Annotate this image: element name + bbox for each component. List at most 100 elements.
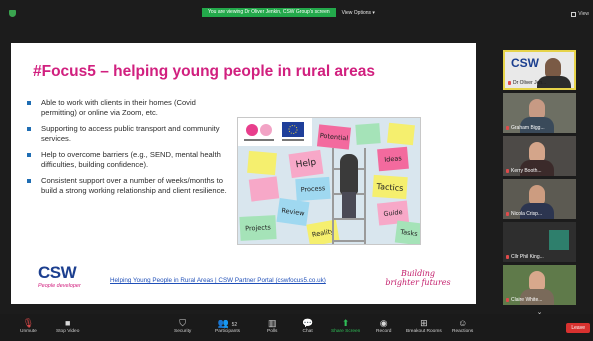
breakout-rooms-button[interactable]: ⊞ Breakout Rooms xyxy=(406,317,442,334)
bullet-text: Able to work with clients in their homes… xyxy=(41,98,196,117)
avatar xyxy=(529,185,545,205)
csw-badge-icon: CSW xyxy=(511,56,539,70)
avatar xyxy=(545,58,561,78)
bullet-marker xyxy=(27,127,31,131)
bullet-marker xyxy=(27,153,31,157)
sticky-note: Tactics xyxy=(372,174,408,200)
polls-button[interactable]: ▥ Polls xyxy=(267,317,277,334)
participants-icon: 👥 52 xyxy=(217,318,238,328)
ladder-rung xyxy=(334,218,364,220)
view-button-label: View xyxy=(578,11,589,17)
reactions-button[interactable]: ☺ Reactions xyxy=(452,317,473,334)
stop-video-label: Stop Video xyxy=(56,329,80,334)
council-logo-icon xyxy=(549,230,569,250)
participant-tile[interactable]: Cllr Phil King... xyxy=(503,222,576,262)
participant-name: Dr Oliver Jen... xyxy=(508,80,546,86)
participant-name: Claire White... xyxy=(506,297,542,303)
share-screen-icon: ⬆ xyxy=(341,318,350,328)
grid-view-icon xyxy=(571,11,577,17)
record-button[interactable]: ◉ Record xyxy=(376,317,391,334)
sticky-notes-photo: Help Potential Process Tactics Review Gu… xyxy=(237,117,421,245)
security-shield-icon[interactable] xyxy=(9,10,16,17)
stop-video-button[interactable]: ■ Stop Video xyxy=(56,317,79,334)
security-button[interactable]: ⛉ Security xyxy=(174,317,191,334)
breakout-rooms-icon: ⊞ xyxy=(420,318,428,328)
lottery-eu-logos-icon xyxy=(244,122,304,141)
viewing-screen-notice: You are viewing Dr Oliver Jenkin, CSW Gr… xyxy=(202,8,336,17)
meeting-toolbar: 🎙 Unmute ■ Stop Video ⛉ Security 👥 52 Pa… xyxy=(0,314,593,341)
sticky-note: Review xyxy=(276,198,310,226)
participant-name: Kerry Booth... xyxy=(506,168,542,174)
bullet-item: Consistent support over a number of week… xyxy=(27,176,227,196)
shared-slide: #Focus5 – helping young people in rural … xyxy=(11,43,476,304)
participants-label: Participants xyxy=(215,329,241,334)
csw-partner-portal-link[interactable]: Helping Young People in Rural Areas | CS… xyxy=(110,277,326,284)
tagline: Building brighter futures xyxy=(385,269,451,287)
bullet-item: Help to overcome barriers (e.g., SEND, m… xyxy=(27,150,227,170)
sticky-note-blank xyxy=(355,123,381,145)
muted-mic-icon xyxy=(506,297,509,302)
csw-logo-text: CSW xyxy=(38,263,77,282)
participant-tile[interactable]: Claire White... xyxy=(503,265,576,305)
ladder-rung xyxy=(334,240,364,242)
participant-name: Cllr Phil King... xyxy=(506,254,544,260)
muted-mic-icon xyxy=(506,254,509,259)
participant-name: Nicola Crisp... xyxy=(506,211,542,217)
muted-mic-icon xyxy=(506,211,509,216)
participant-tile[interactable]: Nicola Crisp... xyxy=(503,179,576,219)
share-screen-button[interactable]: ⬆ Share Screen xyxy=(331,317,360,334)
unmute-label: Unmute xyxy=(20,329,37,334)
csw-logo-subtitle: People developer xyxy=(38,283,81,289)
avatar xyxy=(529,271,545,291)
chat-label: Chat xyxy=(302,329,313,334)
participant-name: Graham Bigg... xyxy=(506,125,545,131)
avatar xyxy=(529,142,545,162)
participant-tile[interactable]: Kerry Booth... xyxy=(503,136,576,176)
polls-icon: ▥ xyxy=(267,318,277,328)
participant-tile[interactable]: CSW Dr Oliver Jen... xyxy=(503,50,576,90)
chat-button[interactable]: 💬 Chat xyxy=(302,317,313,334)
bullet-text: Supporting to access public transport an… xyxy=(41,124,220,143)
muted-microphone-icon: 🎙 xyxy=(22,318,35,328)
participant-strip: CSW Dr Oliver Jen... Graham Bigg... Kerr… xyxy=(503,50,578,318)
bullet-text: Help to overcome barriers (e.g., SEND, m… xyxy=(41,150,221,169)
muted-mic-icon xyxy=(506,125,509,130)
leave-button[interactable]: Leave xyxy=(566,323,590,333)
participants-button[interactable]: 👥 52 Participants xyxy=(215,317,240,334)
bullet-marker xyxy=(27,179,31,183)
record-icon: ◉ xyxy=(379,318,388,328)
participants-count: 52 xyxy=(231,322,238,328)
reactions-label: Reactions xyxy=(452,329,474,334)
slide-title: #Focus5 – helping young people in rural … xyxy=(33,63,375,80)
unmute-button[interactable]: 🎙 Unmute xyxy=(20,317,37,334)
bullet-text: Consistent support over a number of week… xyxy=(41,176,227,195)
screen-share-banner: You are viewing Dr Oliver Jenkin, CSW Gr… xyxy=(202,8,375,17)
breakout-rooms-label: Breakout Rooms xyxy=(406,329,442,334)
avatar xyxy=(529,99,545,119)
view-options-button[interactable]: View Options ▾ xyxy=(342,10,375,16)
bullet-item: Supporting to access public transport an… xyxy=(27,124,227,144)
sticky-note-blank xyxy=(248,176,280,202)
share-screen-label: Share Screen xyxy=(331,329,361,334)
muted-mic-icon xyxy=(508,80,511,85)
record-label: Record xyxy=(376,329,392,334)
chat-bubble-icon: 💬 xyxy=(302,318,314,328)
bullet-list: Able to work with clients in their homes… xyxy=(27,98,227,202)
bullet-item: Able to work with clients in their homes… xyxy=(27,98,227,118)
view-button[interactable]: View xyxy=(571,11,589,17)
polls-label: Polls xyxy=(267,329,278,334)
sticky-note: Ideas xyxy=(377,146,409,172)
sticky-note: Help xyxy=(288,149,324,179)
sticky-note: Tasks xyxy=(394,220,420,244)
person-figure xyxy=(340,154,358,194)
zoom-meeting-window: You are viewing Dr Oliver Jenkin, CSW Gr… xyxy=(0,0,593,341)
bullet-marker xyxy=(27,101,31,105)
csw-logo: CSW People developer xyxy=(38,263,94,293)
reactions-icon: ☺ xyxy=(458,318,468,328)
sticky-note-blank xyxy=(247,150,277,176)
sticky-note: Potential xyxy=(316,124,352,150)
participant-tile[interactable]: Graham Bigg... xyxy=(503,93,576,133)
shield-icon: ⛉ xyxy=(179,318,187,328)
video-camera-icon: ■ xyxy=(64,318,71,328)
security-label: Security xyxy=(174,329,192,334)
